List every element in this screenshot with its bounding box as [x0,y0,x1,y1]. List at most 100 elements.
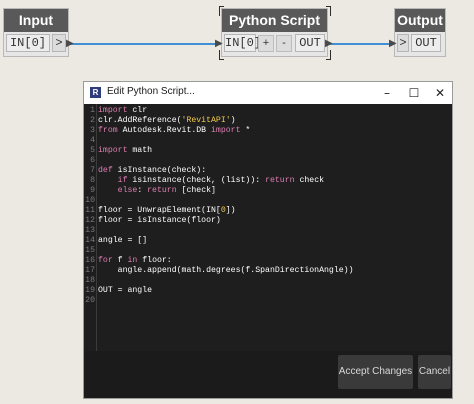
input-node-out-port[interactable]: > [52,34,66,52]
input-node-port-label[interactable]: IN[0] [6,34,50,52]
code-token: return [265,176,295,185]
dialog-titlebar[interactable]: R Edit Python Script... – ☐ ✕ [84,82,452,104]
code-text: if isinstance(check, (list)): return che… [98,176,324,186]
code-token: [check] [176,186,216,195]
code-text: floor = isInstance(floor) [98,216,221,226]
code-token: isinstance(check, (list)): [127,176,266,185]
python-node-body: IN[0] + - OUT [222,32,327,56]
code-text: else: return [check] [98,186,216,196]
code-token: f [112,256,128,265]
code-token: def [98,166,113,175]
code-token: check [294,176,325,185]
code-text: for f in floor: [98,256,172,266]
input-out-arrow-icon: ▶ [66,38,74,49]
code-text: OUT = angle [98,286,152,296]
code-text: import clr [98,106,147,116]
code-text: def isInstance(check): [98,166,206,176]
line-number: 12 [85,216,95,225]
code-token: math [127,146,153,155]
output-node[interactable]: Output > OUT [395,9,445,56]
input-node-body: IN[0] > [4,32,68,56]
code-token: else [98,186,138,195]
code-editor[interactable]: 1 import clr 2 clr.AddReference('RevitAPI')… [84,104,452,351]
line-number: 3 [90,126,95,135]
accept-changes-button[interactable]: Accept Changes [338,355,413,389]
code-token: floor: [137,256,172,265]
dialog-button-bar: Accept Changes Cancel [84,351,452,398]
revit-icon: R [90,87,101,98]
input-node[interactable]: Input IN[0] > [4,9,68,56]
cancel-button[interactable]: Cancel [418,355,451,389]
add-input-button[interactable]: + [258,35,274,52]
python-node-title: Python Script [222,9,327,32]
code-token: in [127,256,138,265]
line-number: 16 [85,256,95,265]
output-node-body: > OUT [395,32,445,56]
python-node-in-port[interactable]: IN[0] [224,34,261,52]
code-token: import [211,126,241,135]
minimize-icon[interactable]: – [375,84,399,102]
code-token: : [137,186,148,195]
code-token: * [240,126,251,135]
code-token: isInstance(check): [112,166,207,175]
code-token: import [98,106,128,115]
code-token: angle.append(math.degrees(f.SpanDirectio… [98,266,354,275]
line-number: 4 [90,136,95,145]
code-token: if [98,176,128,185]
dialog-title: Edit Python Script... [107,86,195,97]
remove-input-button[interactable]: - [276,35,292,52]
line-number: 2 [90,116,95,125]
line-number: 8 [90,176,95,185]
selection-corner-br [326,50,331,60]
line-number: 14 [85,236,95,245]
code-token: floor = isInstance(floor) [98,216,221,225]
code-token: ) [230,116,236,125]
code-token: import [98,146,128,155]
code-token: angle = [] [98,236,148,245]
line-number: 18 [85,276,95,285]
code-token: return [147,186,177,195]
wire-input-to-python[interactable] [69,43,221,45]
line-number: 7 [90,166,95,175]
edit-python-script-dialog: R Edit Python Script... – ☐ ✕ 1 import cl… [83,81,453,399]
selection-corner-tl [219,6,224,16]
line-number: 19 [85,286,95,295]
line-number: 15 [85,246,95,255]
output-node-out-port[interactable]: OUT [411,34,441,52]
code-text: angle.append(math.degrees(f.SpanDirectio… [98,266,354,276]
line-number: 20 [85,296,95,305]
code-text: from Autodesk.Revit.DB import * [98,126,250,136]
line-number: 9 [90,186,95,195]
line-number: 10 [85,196,95,205]
line-number: 11 [85,206,95,215]
close-icon[interactable]: ✕ [428,84,452,102]
wire-python-to-output[interactable] [328,43,394,45]
maximize-icon[interactable]: ☐ [402,84,426,102]
input-node-title: Input [4,9,68,32]
line-number: 13 [85,226,95,235]
code-token: 'RevitAPI' [181,116,231,125]
code-token: Autodesk.Revit.DB [117,126,212,135]
output-node-title: Output [395,9,445,32]
line-number: 17 [85,266,95,275]
code-text: angle = [] [98,236,147,246]
output-in-arrow-icon: ▶ [389,38,397,49]
code-token: from [98,126,118,135]
code-token: OUT = angle [98,286,153,295]
code-text: floor = UnwrapElement(IN[0]) [98,206,236,216]
selection-corner-tr [326,6,331,16]
line-number: 1 [90,106,95,115]
code-text: import math [98,146,152,156]
python-script-node[interactable]: Python Script IN[0] + - OUT [222,9,327,56]
python-node-out-port[interactable]: OUT [295,34,325,52]
line-number: 6 [90,156,95,165]
code-token: clr [127,106,148,115]
output-node-in-port[interactable]: > [397,34,409,52]
selection-corner-bl [219,50,224,60]
code-token: clr.AddReference( [98,116,182,125]
code-token: ]) [225,206,236,215]
python-in-arrow-icon: ▶ [215,38,223,49]
code-token: floor = UnwrapElement(IN[ [98,206,221,215]
code-token: for [98,256,113,265]
gutter-divider [96,104,97,351]
